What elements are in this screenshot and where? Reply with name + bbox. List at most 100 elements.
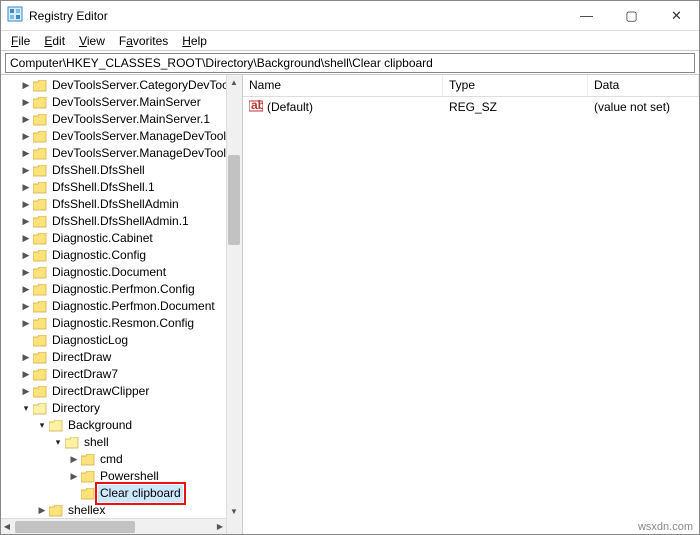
tree-node[interactable]: ▶DirectDraw [1,349,242,366]
folder-icon [33,199,47,211]
chevron-right-icon[interactable]: ▶ [19,264,33,281]
chevron-right-icon[interactable]: ▶ [19,366,33,383]
tree-node[interactable]: ▾ Directory [1,400,242,417]
tree-node-label: Diagnostic.Cabinet [50,230,155,247]
tree-node[interactable]: ▶ DfsShell.DfsShell.1 [1,179,242,196]
chevron-right-icon[interactable]: ▶ [19,281,33,298]
col-header-name[interactable]: Name [243,75,443,96]
tree-node[interactable]: ▶DevToolsServer.MainServer [1,94,242,111]
tree-node[interactable]: ▶ DevToolsServer.MainServer.1 [1,111,242,128]
tree-node[interactable]: ▶Diagnostic.Config [1,247,242,264]
tree-node-label: DiagnosticLog [50,332,130,349]
folder-icon [33,386,47,398]
svg-text:ab: ab [251,99,263,112]
menu-view[interactable]: View [73,32,111,50]
tree-node[interactable]: Clear clipboard [1,485,242,502]
folder-icon [33,131,47,143]
tree-node[interactable]: ▾Background [1,417,242,434]
tree-node-label: shell [82,434,111,451]
folder-icon [33,216,47,228]
tree-node[interactable]: ▶Diagnostic.Perfmon.Document [1,298,242,315]
scroll-thumb[interactable] [228,155,240,245]
menu-file[interactable]: File [5,32,36,50]
menu-edit[interactable]: Edit [38,32,71,50]
chevron-down-icon[interactable]: ▾ [51,434,65,451]
tree-node[interactable]: ▶ DfsShell.DfsShellAdmin [1,196,242,213]
list-row[interactable]: ab (Default) REG_SZ (value not set) [243,97,699,117]
chevron-down-icon[interactable]: ▾ [35,417,49,434]
tree-node[interactable]: ▶Powershell [1,468,242,485]
folder-icon [81,488,95,500]
horizontal-scrollbar[interactable]: ◀ ▶ [1,518,226,534]
tree-node-label: Directory [50,400,102,417]
chevron-right-icon[interactable]: ▶ [67,468,81,485]
chevron-right-icon[interactable]: ▶ [19,196,33,213]
scroll-right-arrow[interactable]: ▶ [214,519,226,533]
registry-tree[interactable]: ▶DevToolsServer.CategoryDevTools▶DevTool… [1,75,242,534]
chevron-right-icon[interactable]: ▶ [19,128,33,145]
tree-node[interactable]: ▶DevToolsServer.ManageDevTools. [1,145,242,162]
tree-node-label: DirectDrawClipper [50,383,151,400]
tree-node[interactable]: ▶ Diagnostic.Cabinet [1,230,242,247]
tree-node[interactable]: ▶DfsShell.DfsShellAdmin.1 [1,213,242,230]
tree-node[interactable]: ▶ DirectDrawClipper [1,383,242,400]
tree-node[interactable]: ▶ DfsShell.DfsShell [1,162,242,179]
tree-node-label: shellex [66,502,107,519]
maximize-button[interactable]: ▢ [609,2,654,30]
close-button[interactable]: ✕ [654,2,699,30]
menu-help[interactable]: Help [176,32,213,50]
chevron-right-icon[interactable]: ▶ [19,315,33,332]
tree-node-label: DfsShell.DfsShellAdmin [50,196,181,213]
chevron-right-icon[interactable]: ▶ [19,179,33,196]
vertical-scrollbar[interactable]: ▲ ▼ [226,75,242,534]
tree-node-label: DfsShell.DfsShell.1 [50,179,157,196]
chevron-right-icon[interactable]: ▶ [19,383,33,400]
col-header-type[interactable]: Type [443,75,588,96]
chevron-down-icon[interactable]: ▾ [19,400,33,417]
folder-icon [33,335,47,347]
folder-icon [65,437,79,449]
tree-node-label: Diagnostic.Resmon.Config [50,315,196,332]
chevron-right-icon[interactable]: ▶ [19,298,33,315]
scroll-up-arrow[interactable]: ▲ [228,75,240,89]
tree-node[interactable]: ▶DevToolsServer.ManageDevTools [1,128,242,145]
col-header-data[interactable]: Data [588,75,699,96]
tree-pane: ▶DevToolsServer.CategoryDevTools▶DevTool… [1,75,243,534]
tree-node-label: DevToolsServer.MainServer.1 [50,111,212,128]
scroll-left-arrow[interactable]: ◀ [1,519,13,533]
tree-node-label: DevToolsServer.CategoryDevTools [50,77,239,94]
folder-icon [33,284,47,296]
address-input[interactable] [5,53,695,73]
folder-icon [33,165,47,177]
minimize-button[interactable]: — [564,2,609,30]
chevron-right-icon[interactable]: ▶ [19,213,33,230]
scroll-down-arrow[interactable]: ▼ [228,504,240,518]
value-type: REG_SZ [443,100,588,114]
chevron-right-icon[interactable]: ▶ [19,77,33,94]
tree-node[interactable]: ▶ shellex [1,502,242,519]
chevron-right-icon[interactable]: ▶ [19,162,33,179]
chevron-right-icon[interactable]: ▶ [35,502,49,519]
chevron-right-icon[interactable]: ▶ [19,145,33,162]
tree-node-label: DfsShell.DfsShell [50,162,147,179]
folder-icon [33,80,47,92]
tree-node[interactable]: ▶ Diagnostic.Resmon.Config [1,315,242,332]
tree-node[interactable]: ▶Diagnostic.Perfmon.Config [1,281,242,298]
chevron-right-icon[interactable]: ▶ [67,451,81,468]
tree-node[interactable]: ▾ shell [1,434,242,451]
chevron-right-icon[interactable]: ▶ [19,349,33,366]
menu-favorites[interactable]: Favorites [113,32,174,50]
tree-node[interactable]: DiagnosticLog [1,332,242,349]
folder-icon [33,318,47,330]
tree-node[interactable]: ▶ DevToolsServer.CategoryDevTools [1,77,242,94]
hscroll-thumb[interactable] [15,521,135,533]
folder-icon [33,114,47,126]
tree-node[interactable]: ▶Diagnostic.Document [1,264,242,281]
chevron-right-icon[interactable]: ▶ [19,94,33,111]
chevron-right-icon[interactable]: ▶ [19,247,33,264]
chevron-right-icon[interactable]: ▶ [19,111,33,128]
chevron-right-icon[interactable]: ▶ [19,230,33,247]
tree-node[interactable]: ▶DirectDraw7 [1,366,242,383]
value-data: (value not set) [588,100,699,114]
tree-node[interactable]: ▶cmd [1,451,242,468]
